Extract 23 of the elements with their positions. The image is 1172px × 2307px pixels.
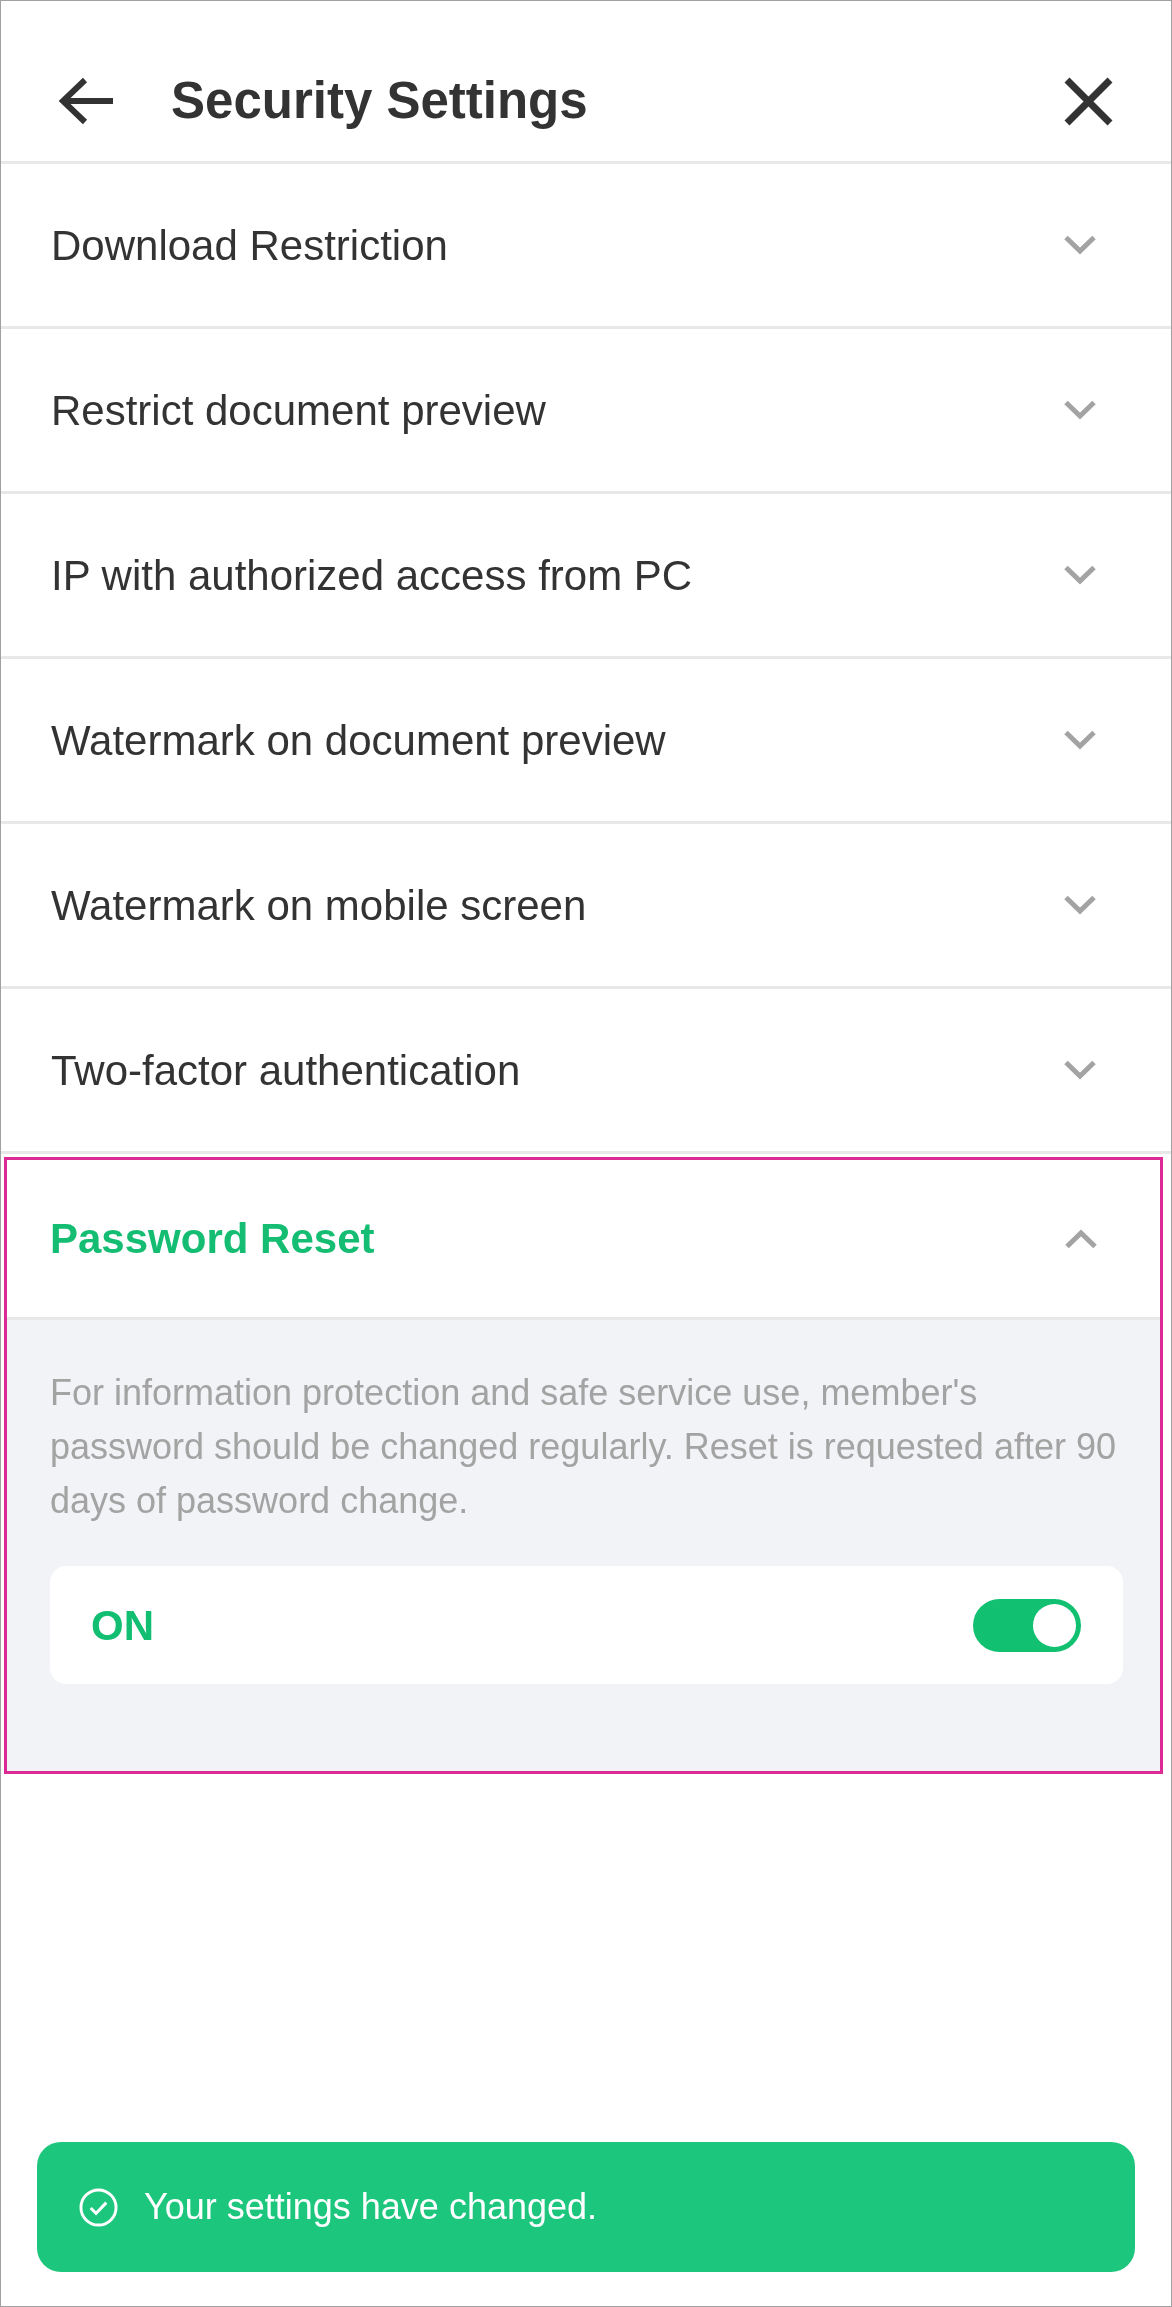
- toggle-switch[interactable]: [973, 1598, 1081, 1652]
- chevron-down-icon: [1063, 730, 1097, 750]
- setting-description: For information protection and safe service use, member's password should be changed regularly. Reset is requested after 90 days of password change.: [50, 1371, 1117, 1523]
- back-button[interactable]: [56, 76, 115, 126]
- accordion-header[interactable]: IP with authorized access from PC: [1, 494, 1171, 659]
- accordion-header[interactable]: Restrict document preview: [1, 329, 1171, 494]
- chevron-down-icon: [1063, 895, 1097, 915]
- accordion-header[interactable]: Download Restriction: [1, 164, 1171, 329]
- accordion-header[interactable]: Two-factor authentication: [1, 989, 1171, 1154]
- chevron-down-icon: [1063, 565, 1097, 585]
- chevron-down-icon: [1063, 235, 1097, 255]
- back-arrow-icon: [56, 76, 115, 126]
- accordion-header[interactable]: Watermark on mobile screen: [1, 824, 1171, 989]
- chevron-down-icon: [1063, 400, 1097, 420]
- toast-message: Your settings have changed.: [144, 2185, 597, 2229]
- chevron-up-icon: [1064, 1228, 1098, 1249]
- close-button[interactable]: [1064, 76, 1113, 126]
- check-circle-icon: [79, 2187, 118, 2227]
- toggle-label: ON: [91, 1600, 154, 1651]
- accordion-header[interactable]: Watermark on document preview: [1, 659, 1171, 824]
- chevron-down-icon: [1063, 1060, 1097, 1080]
- close-icon: [1064, 76, 1113, 126]
- page-title: Security Settings: [171, 70, 589, 131]
